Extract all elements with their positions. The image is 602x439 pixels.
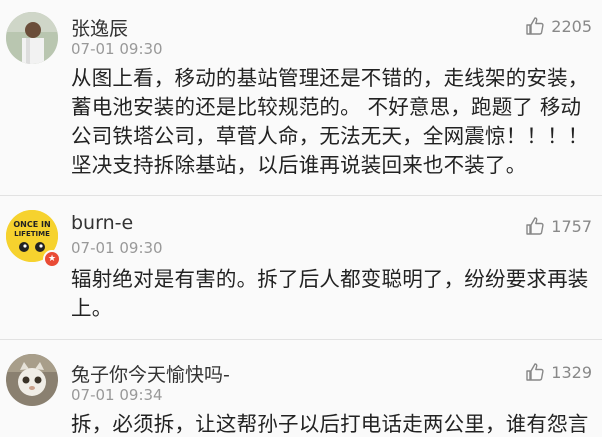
comment-time: 07-01 09:30 <box>71 40 163 58</box>
like-button[interactable]: 1757 <box>525 216 592 236</box>
comment-text-line: 辐射绝对是有害的。拆了后人都变聪明了，纷纷要求再装 <box>71 267 589 291</box>
comment-text-line: 拆，必须拆，让这帮孙子以后打电话走两公里，谁有怨言 <box>71 412 589 436</box>
thumbs-up-icon <box>526 17 544 35</box>
comment-text-line: 坚决支持拆除基站，以后谁再说装回来也不装了。 <box>71 153 527 177</box>
comment-text: 拆，必须拆，让这帮孙子以后打电话走两公里，谁有怨言 <box>71 410 596 439</box>
like-button[interactable]: 1329 <box>525 362 592 382</box>
comment-item: 兔子你今天愉快吗- 07-01 09:34 1329 拆，必须拆，让这帮孙子以后… <box>0 340 602 437</box>
comment-username[interactable]: 张逸辰 <box>71 14 128 41</box>
avatar[interactable] <box>6 12 58 64</box>
comment-text: 从图上看，移动的基站管理还是不错的，走线架的安装， 蓄电池安装的还是比较规范的。… <box>71 64 596 180</box>
thumbs-up-icon <box>526 217 544 235</box>
comment-username[interactable]: 兔子你今天愉快吗- <box>71 360 230 387</box>
like-count: 2205 <box>551 16 592 36</box>
comment-text: 辐射绝对是有害的。拆了后人都变聪明了，纷纷要求再装 上。 <box>71 265 596 323</box>
like-count: 1329 <box>551 362 592 382</box>
cat-photo-icon <box>6 354 58 406</box>
avatar[interactable] <box>6 354 58 406</box>
person-photo-icon <box>6 12 58 64</box>
comment-text-line: 从图上看，移动的基站管理还是不错的，走线架的安装， <box>71 66 589 90</box>
comment-text-line: 蓄电池安装的还是比较规范的。 不好意思，跑题了 移动 <box>71 95 582 119</box>
comment-item: 张逸辰 07-01 09:30 2205 从图上看，移动的基站管理还是不错的，走… <box>0 0 602 195</box>
comment-time: 07-01 09:34 <box>71 386 163 404</box>
comment-username[interactable]: burn-e <box>71 212 133 234</box>
verified-badge-icon: ★ <box>43 250 61 268</box>
like-button[interactable]: 2205 <box>525 16 592 36</box>
avatar-text: ONCE IN <box>13 220 50 229</box>
comment-item: ONCE IN LIFETIME ★ burn-e 07-01 09:30 17… <box>0 196 602 339</box>
avatar-text: LIFETIME <box>14 230 50 238</box>
like-count: 1757 <box>551 216 592 236</box>
comment-time: 07-01 09:30 <box>71 239 163 257</box>
comment-text-line: 公司铁塔公司，草菅人命，无法无天，全网震惊！！！！ <box>71 124 589 148</box>
comment-text-line: 上。 <box>71 296 113 320</box>
thumbs-up-icon <box>526 363 544 381</box>
